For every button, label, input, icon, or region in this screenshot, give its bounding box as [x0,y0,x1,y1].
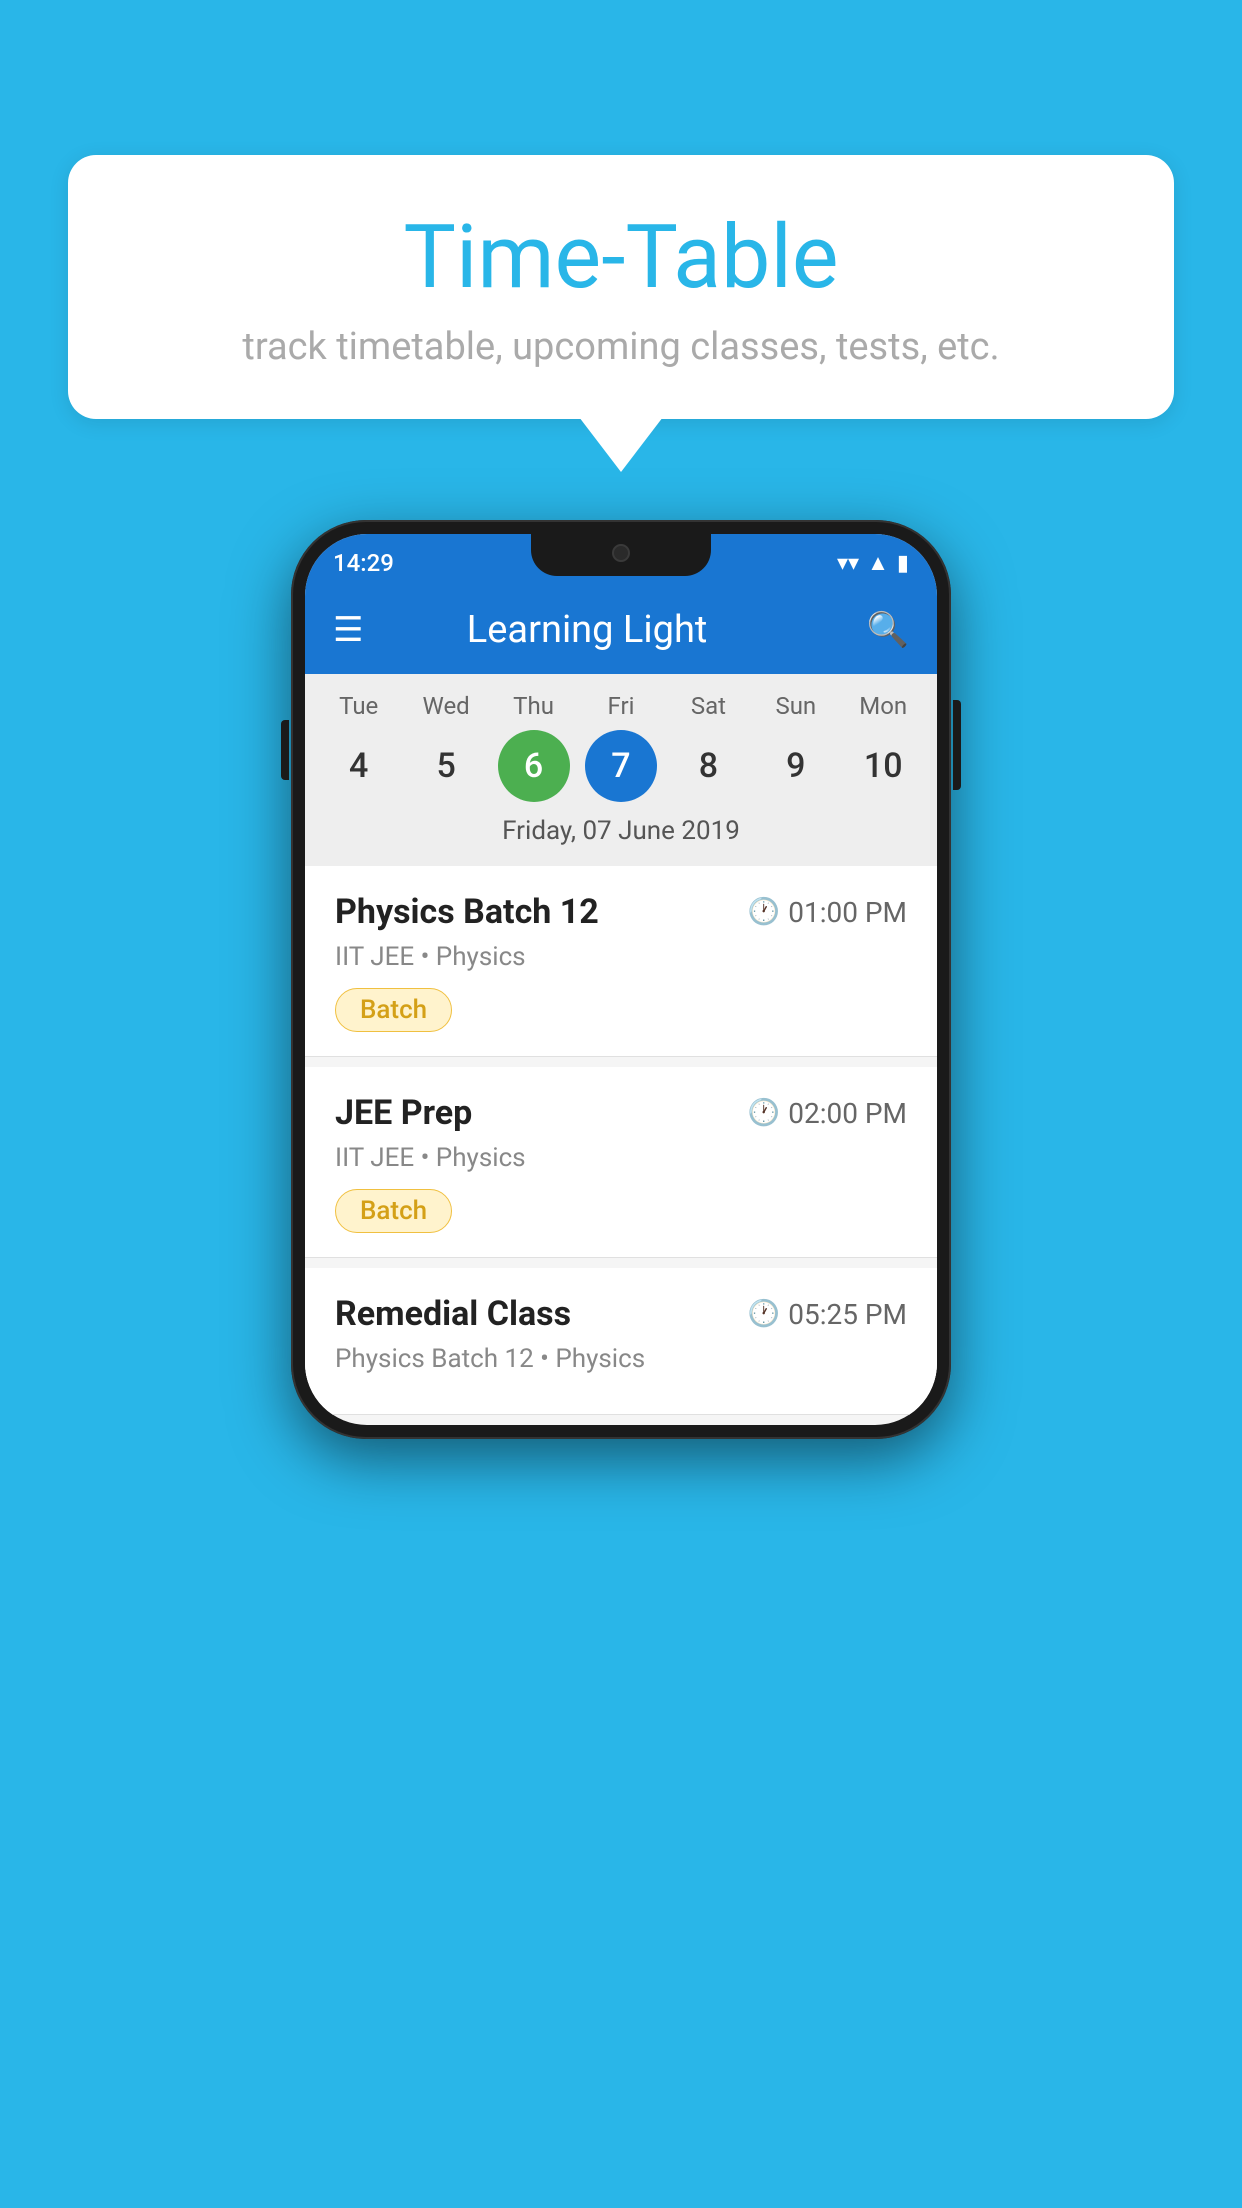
speech-bubble-section: Time-Table track timetable, upcoming cla… [68,155,1174,472]
schedule-item-3-header: Remedial Class 🕐 05:25 PM [335,1294,907,1334]
phone-notch [531,534,711,576]
front-camera [612,544,630,562]
day-header-fri: Fri [585,692,657,720]
day-header-sun: Sun [760,692,832,720]
day-header-sat: Sat [672,692,744,720]
day-number-6-today[interactable]: 6 [498,730,570,802]
clock-icon-1: 🕐 [748,897,780,927]
schedule-item-1-subtitle: IIT JEE • Physics [335,942,907,972]
schedule-item-2-title: JEE Prep [335,1093,472,1133]
wifi-icon: ▾▾ [837,551,859,576]
bubble-subtitle: track timetable, upcoming classes, tests… [128,325,1114,369]
day-number-4[interactable]: 4 [323,730,395,802]
schedule-item-2-time-label: 02:00 PM [788,1097,907,1130]
status-icons: ▾▾ ▲ ▮ [837,550,909,576]
signal-icon: ▲ [867,550,889,576]
selected-date-label: Friday, 07 June 2019 [305,816,937,858]
day-header-thu: Thu [498,692,570,720]
calendar-week: Tue Wed Thu Fri Sat Sun Mon 4 5 6 7 8 9 … [305,674,937,866]
search-icon[interactable]: 🔍 [867,610,909,650]
day-number-9[interactable]: 9 [760,730,832,802]
day-headers: Tue Wed Thu Fri Sat Sun Mon [305,692,937,720]
schedule-item-2-badge: Batch [335,1189,452,1233]
schedule-item-1-header: Physics Batch 12 🕐 01:00 PM [335,892,907,932]
status-time: 14:29 [333,549,394,577]
day-number-5[interactable]: 5 [410,730,482,802]
app-bar: ☰ Learning Light 🔍 [305,586,937,674]
clock-icon-2: 🕐 [748,1098,780,1128]
schedule-item-1[interactable]: Physics Batch 12 🕐 01:00 PM IIT JEE • Ph… [305,866,937,1057]
speech-bubble: Time-Table track timetable, upcoming cla… [68,155,1174,419]
day-number-10[interactable]: 10 [847,730,919,802]
schedule-item-2-header: JEE Prep 🕐 02:00 PM [335,1093,907,1133]
day-number-7-selected[interactable]: 7 [585,730,657,802]
phone-screen: 14:29 ▾▾ ▲ ▮ ☰ Learning Light 🔍 Tue Wed … [305,534,937,1425]
schedule-item-1-badge: Batch [335,988,452,1032]
schedule-item-1-time-label: 01:00 PM [788,896,907,929]
schedule-item-3-subtitle: Physics Batch 12 • Physics [335,1344,907,1374]
schedule-item-3-time: 🕐 05:25 PM [748,1298,907,1331]
schedule-item-1-title: Physics Batch 12 [335,892,599,932]
battery-icon: ▮ [897,551,909,576]
schedule-item-3-title: Remedial Class [335,1294,571,1334]
schedule-item-2[interactable]: JEE Prep 🕐 02:00 PM IIT JEE • Physics Ba… [305,1067,937,1258]
schedule-list: Physics Batch 12 🕐 01:00 PM IIT JEE • Ph… [305,866,937,1415]
schedule-item-2-subtitle: IIT JEE • Physics [335,1143,907,1173]
bubble-arrow [579,417,663,472]
schedule-item-1-time: 🕐 01:00 PM [748,896,907,929]
clock-icon-3: 🕐 [748,1299,780,1329]
schedule-item-3-time-label: 05:25 PM [788,1298,907,1331]
day-number-8[interactable]: 8 [672,730,744,802]
schedule-item-2-time: 🕐 02:00 PM [748,1097,907,1130]
bubble-title: Time-Table [128,210,1114,307]
day-header-tue: Tue [323,692,395,720]
app-bar-title: Learning Light [329,608,844,652]
phone-outer: 14:29 ▾▾ ▲ ▮ ☰ Learning Light 🔍 Tue Wed … [291,520,951,1439]
schedule-item-3[interactable]: Remedial Class 🕐 05:25 PM Physics Batch … [305,1268,937,1415]
phone-mockup: 14:29 ▾▾ ▲ ▮ ☰ Learning Light 🔍 Tue Wed … [291,520,951,1439]
day-header-wed: Wed [410,692,482,720]
day-header-mon: Mon [847,692,919,720]
day-numbers: 4 5 6 7 8 9 10 [305,730,937,802]
